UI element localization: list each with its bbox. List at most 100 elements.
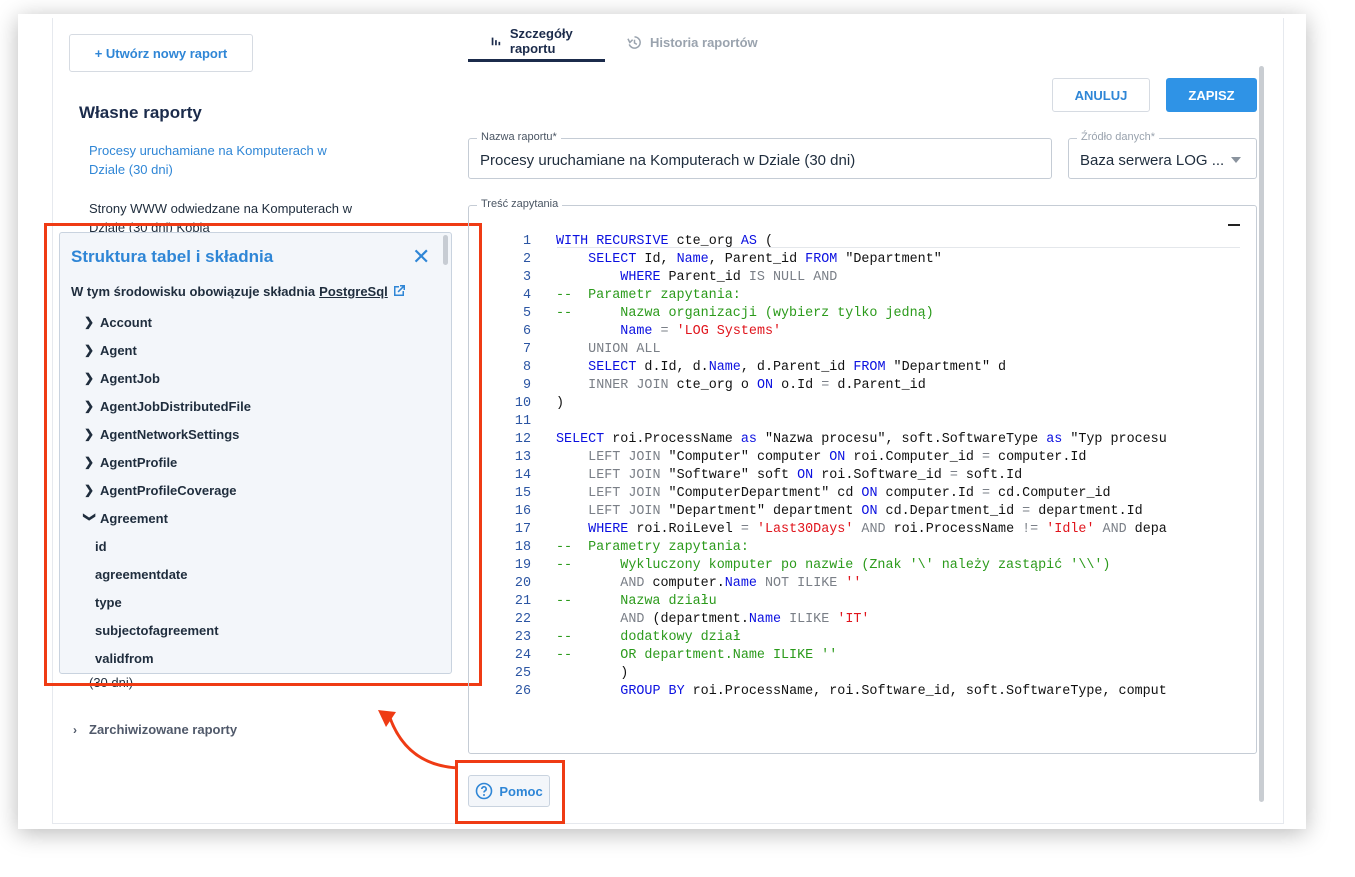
history-icon <box>627 35 641 49</box>
code-text: SELECT Id, Name, Parent_id FROM "Departm… <box>588 252 942 267</box>
line-number: 10 <box>514 396 531 411</box>
bar-chart-icon <box>491 37 501 45</box>
code-line[interactable]: 3 WHERE Parent_id IS NULL AND <box>469 269 1241 287</box>
report-name-label: Nazwa raportu* <box>477 131 561 143</box>
main-scrollbar[interactable] <box>1259 66 1264 802</box>
code-text: WHERE roi.RoiLevel = 'Last30Days' AND ro… <box>588 522 1167 537</box>
report-name-value: Procesy uruchamiane na Komputerach w Dzi… <box>480 152 856 169</box>
panel-highlight-annotation <box>44 223 482 686</box>
new-report-button[interactable]: + Utwórz nowy raport <box>69 34 253 72</box>
line-number: 18 <box>514 540 531 555</box>
report-name-field[interactable]: Nazwa raportu* Procesy uruchamiane na Ko… <box>468 131 1052 179</box>
line-number: 16 <box>514 504 531 519</box>
code-text: AND computer.Name NOT ILIKE '' <box>620 576 862 591</box>
code-line[interactable]: 13 LEFT JOIN "Computer" computer ON roi.… <box>469 449 1241 467</box>
minimize-icon[interactable] <box>1228 224 1240 226</box>
code-line[interactable]: 2 SELECT Id, Name, Parent_id FROM "Depar… <box>469 251 1241 269</box>
code-line[interactable]: 20 AND computer.Name NOT ILIKE '' <box>469 575 1241 593</box>
query-editor[interactable]: Treść zapytania 1 WITH RECURSIVE cte_org … <box>468 198 1257 754</box>
code-line[interactable]: 16 LEFT JOIN "Department" department ON … <box>469 503 1241 521</box>
code-line[interactable]: 17 WHERE roi.RoiLevel = 'Last30Days' AND… <box>469 521 1241 539</box>
code-text: -- OR department.Name ILIKE '' <box>556 648 838 663</box>
code-text: ) <box>556 396 565 411</box>
chevron-right-icon: › <box>73 722 77 737</box>
code-line[interactable]: 5 -- Nazwa organizacji (wybierz tylko jed… <box>469 305 1241 323</box>
code-line[interactable]: 22 AND (department.Name ILIKE 'IT' <box>469 611 1241 629</box>
code-line[interactable]: 11 <box>469 413 1241 431</box>
code-line[interactable]: 23 -- dodatkowy dział <box>469 629 1241 647</box>
query-label: Treść zapytania <box>477 198 563 210</box>
line-number: 20 <box>514 576 531 591</box>
line-number: 13 <box>514 450 531 465</box>
custom-reports-heading: Własne raporty <box>79 103 202 122</box>
line-number: 4 <box>522 288 531 303</box>
code-line[interactable]: 21 -- Nazwa działu <box>469 593 1241 611</box>
code-text: AND (department.Name ILIKE 'IT' <box>620 612 870 627</box>
code-text: -- Wykluczony komputer po nazwie (Znak '… <box>556 558 1111 573</box>
code-area[interactable]: 1 WITH RECURSIVE cte_org AS ( 2 SELECT Id,… <box>469 233 1241 733</box>
code-line[interactable]: 10) <box>469 395 1241 413</box>
code-line[interactable]: 6 Name = 'LOG Systems' <box>469 323 1241 341</box>
tab-report-history[interactable]: Historia raportów <box>605 22 780 62</box>
code-line[interactable]: 9 INNER JOIN cte_org o ON o.Id = d.Paren… <box>469 377 1241 395</box>
line-number: 3 <box>522 270 531 285</box>
tab-label: Historia raportów <box>650 34 758 50</box>
line-number: 14 <box>514 468 531 483</box>
code-line[interactable]: 18 -- Parametry zapytania: <box>469 539 1241 557</box>
line-number: 6 <box>522 324 531 339</box>
line-number: 1 <box>522 234 531 249</box>
line-number: 17 <box>514 522 531 537</box>
line-number: 21 <box>514 594 531 609</box>
code-text: LEFT JOIN "ComputerDepartment" cd ON com… <box>588 486 1111 501</box>
code-text: UNION ALL <box>588 342 661 357</box>
question-circle-icon <box>476 782 493 800</box>
report-item-active[interactable]: Procesy uruchamiane na Komputerach w Dzi… <box>89 141 354 179</box>
code-text: SELECT d.Id, d.Name, d.Parent_id FROM "D… <box>588 360 1007 375</box>
line-number: 23 <box>514 630 531 645</box>
line-number: 19 <box>514 558 531 573</box>
line-number: 22 <box>514 612 531 627</box>
code-line[interactable]: 26 GROUP BY roi.ProcessName, roi.Softwar… <box>469 683 1241 701</box>
archived-reports-toggle[interactable]: › Zarchiwizowane raporty <box>73 722 237 737</box>
caret-down-icon <box>1231 157 1241 163</box>
code-text: SELECT roi.ProcessName as "Nazwa procesu… <box>556 432 1167 447</box>
code-line[interactable]: 8 SELECT d.Id, d.Name, d.Parent_id FROM … <box>469 359 1241 377</box>
code-line[interactable]: 25 ) <box>469 665 1241 683</box>
line-number: 26 <box>514 684 531 699</box>
line-number: 24 <box>514 648 531 663</box>
annotation-arrow-icon <box>378 710 459 770</box>
code-line[interactable]: 24 -- OR department.Name ILIKE '' <box>469 647 1241 665</box>
line-number: 8 <box>522 360 531 375</box>
code-text: -- Nazwa organizacji (wybierz tylko jedn… <box>556 306 934 321</box>
help-button[interactable]: Pomoc <box>468 775 550 807</box>
code-text: -- Parametry zapytania: <box>556 540 749 555</box>
line-number: 11 <box>514 414 531 429</box>
code-line[interactable]: 7 UNION ALL <box>469 341 1241 359</box>
code-line[interactable]: 12 SELECT roi.ProcessName as "Nazwa proce… <box>469 431 1241 449</box>
line-number: 7 <box>522 342 531 357</box>
cancel-button[interactable]: ANULUJ <box>1052 78 1150 112</box>
code-line[interactable]: 15 LEFT JOIN "ComputerDepartment" cd ON … <box>469 485 1241 503</box>
data-source-select[interactable]: Źródło danych* Baza serwera LOG ... <box>1068 131 1257 179</box>
code-text: WHERE Parent_id IS NULL AND <box>620 270 838 285</box>
save-button[interactable]: ZAPISZ <box>1166 78 1257 112</box>
line-number: 15 <box>514 486 531 501</box>
code-text: WITH RECURSIVE cte_org AS ( <box>556 234 774 249</box>
data-source-label: Źródło danych* <box>1077 131 1159 143</box>
help-button-label: Pomoc <box>499 783 543 799</box>
code-text: -- dodatkowy dział <box>556 630 741 645</box>
code-text: GROUP BY roi.ProcessName, roi.Software_i… <box>620 684 1167 699</box>
tab-report-details[interactable]: Szczegóły raportu <box>468 22 605 62</box>
code-text: LEFT JOIN "Computer" computer ON roi.Com… <box>588 450 1087 465</box>
line-number: 25 <box>514 666 531 681</box>
data-source-value: Baza serwera LOG ... <box>1080 152 1225 169</box>
code-line[interactable]: 14 LEFT JOIN "Software" soft ON roi.Soft… <box>469 467 1241 485</box>
code-line[interactable]: 19 -- Wykluczony komputer po nazwie (Znak… <box>469 557 1241 575</box>
code-line[interactable]: 1 WITH RECURSIVE cte_org AS ( <box>469 233 1241 251</box>
code-text: LEFT JOIN "Software" soft ON roi.Softwar… <box>588 468 1023 483</box>
code-text: -- Parametr zapytania: <box>556 288 741 303</box>
code-text: LEFT JOIN "Department" department ON cd.… <box>588 504 1143 519</box>
line-number: 2 <box>522 252 531 267</box>
code-line[interactable]: 4 -- Parametr zapytania: <box>469 287 1241 305</box>
line-number: 12 <box>514 432 531 447</box>
